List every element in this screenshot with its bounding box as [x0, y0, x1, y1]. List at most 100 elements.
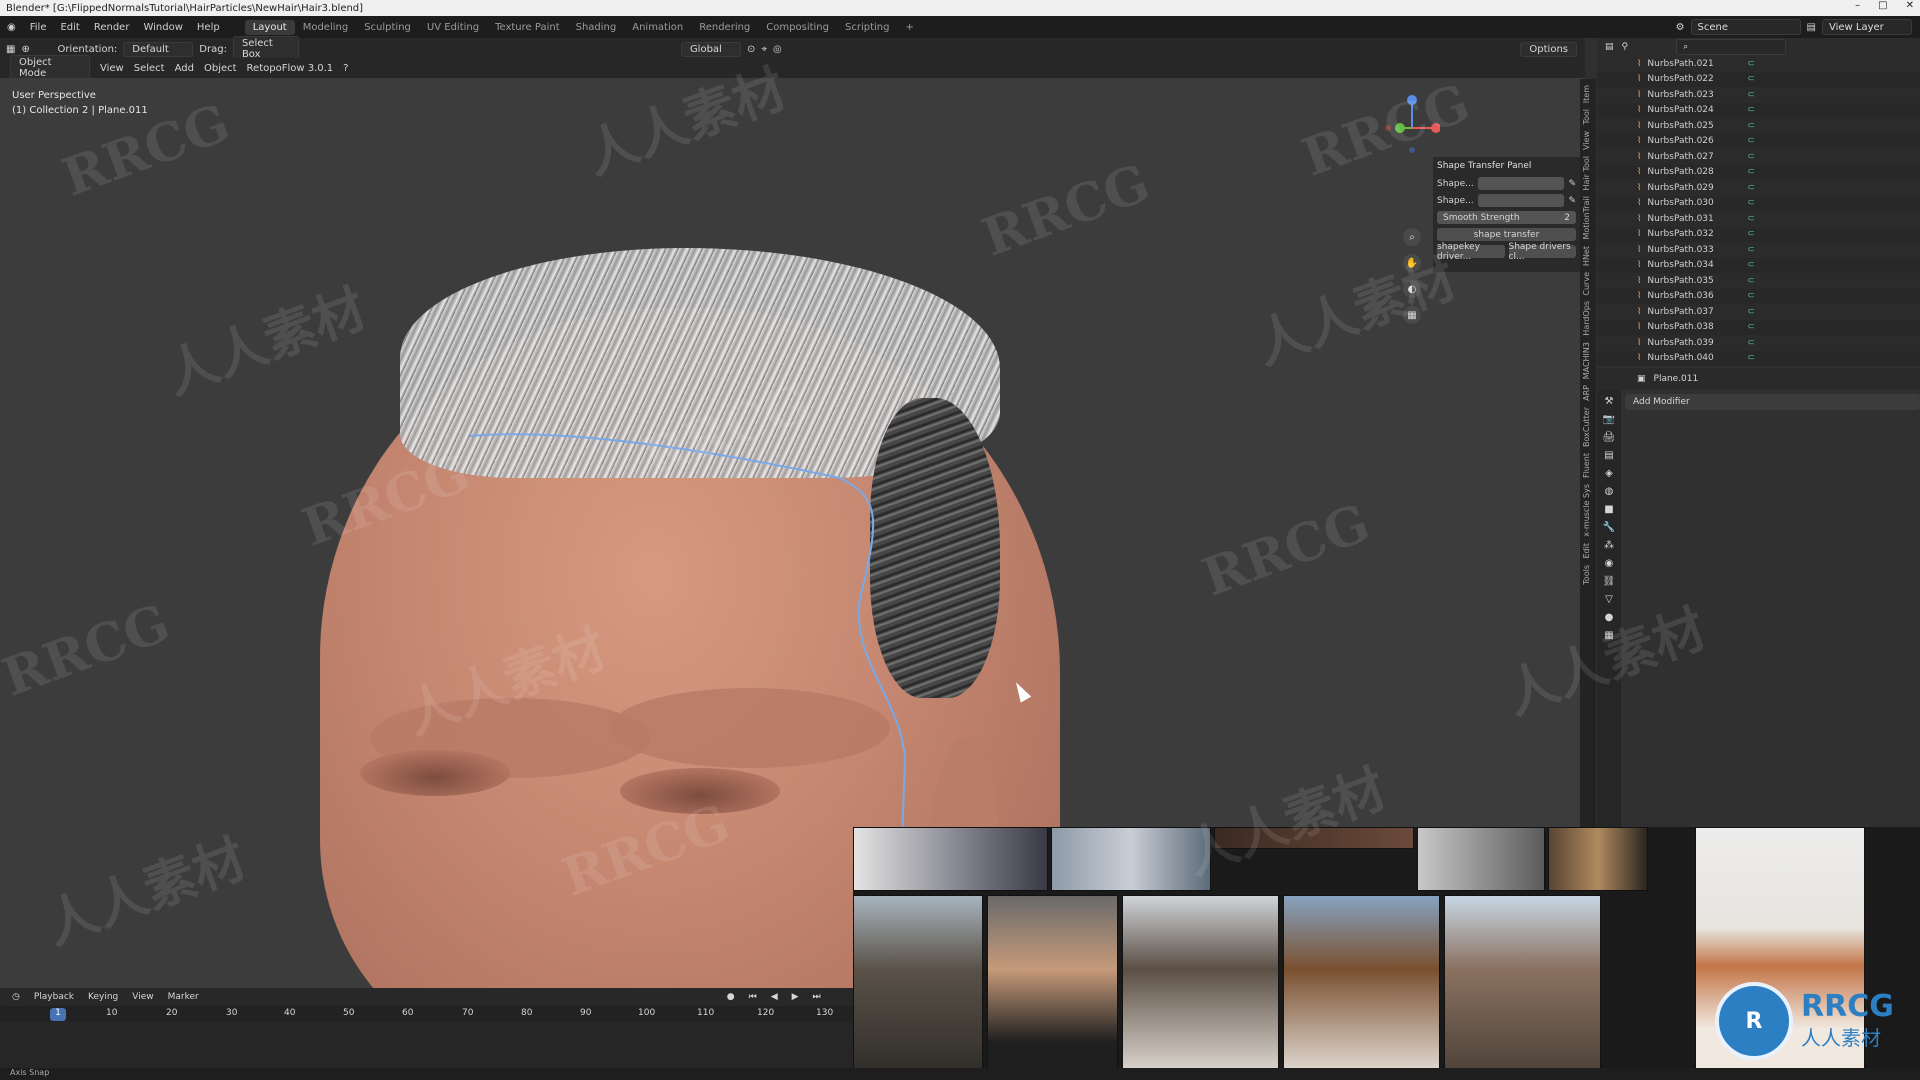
proportional-edit-icon[interactable]: ◎ — [773, 44, 782, 55]
tab-shading[interactable]: Shading — [568, 20, 625, 35]
retopoflow-menu[interactable]: RetopoFlow 3.0.1 — [247, 63, 334, 74]
reference-thumb[interactable] — [1548, 827, 1648, 891]
view-layer-field[interactable]: View Layer — [1822, 19, 1912, 35]
menu-file[interactable]: File — [23, 22, 54, 33]
marker-menu[interactable]: Marker — [168, 992, 199, 1002]
outliner-item[interactable]: ⌇ NurbsPath.027 ⊂ — [1597, 149, 1920, 165]
maximize-icon[interactable]: □ — [1878, 0, 1887, 11]
outliner-item[interactable]: ⌇ NurbsPath.030 ⊂ — [1597, 196, 1920, 212]
options-dropdown[interactable]: Options — [1520, 41, 1577, 57]
modifier-tab-icon[interactable]: 🔧 — [1603, 522, 1615, 533]
editor-type-icon[interactable]: ▦ — [6, 44, 15, 55]
outliner-item[interactable]: ⌇ NurbsPath.031 ⊂ — [1597, 211, 1920, 227]
keying-menu[interactable]: Keying — [88, 992, 118, 1002]
reference-thumb[interactable] — [1122, 895, 1279, 1080]
curve-data-icon[interactable]: ⊂ — [1747, 136, 1755, 146]
menu-window[interactable]: Window — [136, 22, 189, 33]
outliner-editor-icon[interactable]: ▤ — [1605, 42, 1614, 52]
add-workspace-icon[interactable]: + — [897, 20, 921, 35]
curve-data-icon[interactable]: ⊂ — [1747, 353, 1755, 363]
menu-view[interactable]: View — [100, 63, 124, 74]
physics-tab-icon[interactable]: ◉ — [1605, 558, 1614, 569]
outliner-item[interactable]: ⌇ NurbsPath.021 ⊂ — [1597, 56, 1920, 72]
reference-thumb[interactable] — [1214, 827, 1414, 849]
outliner-item[interactable]: ⌇ NurbsPath.034 ⊂ — [1597, 258, 1920, 274]
menu-help[interactable]: Help — [190, 22, 227, 33]
reference-thumb[interactable] — [1417, 827, 1545, 891]
smooth-strength-slider[interactable]: Smooth Strength 2 — [1437, 211, 1576, 224]
tab-hnet[interactable]: HNet — [1582, 246, 1591, 266]
current-frame-indicator[interactable]: 1 — [50, 1008, 66, 1021]
view-menu[interactable]: View — [132, 992, 153, 1002]
data-tab-icon[interactable]: ▽ — [1605, 594, 1613, 605]
outliner-item[interactable]: ⌇ NurbsPath.026 ⊂ — [1597, 134, 1920, 150]
tab-arp[interactable]: ARP — [1582, 385, 1591, 401]
transform-orientation-dropdown[interactable]: Global — [680, 41, 741, 57]
curve-data-icon[interactable]: ⊂ — [1747, 338, 1755, 348]
tab-scripting[interactable]: Scripting — [837, 20, 897, 35]
curve-data-icon[interactable]: ⊂ — [1747, 74, 1755, 84]
tab-animation[interactable]: Animation — [624, 20, 691, 35]
play-reverse-icon[interactable]: ◀ — [771, 992, 778, 1002]
tab-sculpting[interactable]: Sculpting — [356, 20, 419, 35]
tab-motiontrail[interactable]: MotionTrail — [1582, 196, 1591, 239]
outliner-item[interactable]: ⌇ NurbsPath.038 ⊂ — [1597, 320, 1920, 336]
reference-thumb[interactable] — [1283, 895, 1440, 1080]
curve-data-icon[interactable]: ⊂ — [1747, 152, 1755, 162]
tab-fluent[interactable]: Fluent — [1582, 453, 1591, 478]
curve-data-icon[interactable]: ⊂ — [1747, 276, 1755, 286]
tab-tools[interactable]: Tools — [1582, 565, 1591, 585]
object-tab-icon[interactable]: ■ — [1604, 504, 1613, 515]
shape-target-field[interactable] — [1477, 194, 1565, 207]
outliner-item[interactable]: ⌇ NurbsPath.025 ⊂ — [1597, 118, 1920, 134]
tab-hardops[interactable]: HardOps — [1582, 301, 1591, 336]
outliner-item[interactable]: ⌇ NurbsPath.029 ⊂ — [1597, 180, 1920, 196]
camera-view-icon[interactable]: ◐ — [1403, 280, 1421, 298]
outliner-item[interactable]: ⌇ NurbsPath.032 ⊂ — [1597, 227, 1920, 243]
tab-edit[interactable]: Edit — [1582, 543, 1591, 559]
particles-tab-icon[interactable]: ⁂ — [1604, 540, 1614, 551]
mode-icon[interactable]: ⊕ — [21, 44, 51, 55]
outliner-filter-icon[interactable]: ⚲ — [1622, 42, 1629, 52]
tab-compositing[interactable]: Compositing — [758, 20, 837, 35]
outliner-item[interactable]: ⌇ NurbsPath.028 ⊂ — [1597, 165, 1920, 181]
eyedropper-icon[interactable]: ✎ — [1568, 179, 1576, 189]
jump-end-icon[interactable]: ⏭ — [813, 992, 821, 1002]
shapekey-driver-button[interactable]: shapekey driver... — [1437, 242, 1505, 262]
scene-field[interactable]: Scene — [1690, 19, 1801, 35]
playback-menu[interactable]: Playback — [34, 992, 74, 1002]
shape-source-field[interactable] — [1477, 177, 1565, 190]
curve-data-icon[interactable]: ⊂ — [1747, 59, 1755, 69]
navigation-gizmo[interactable] — [1380, 90, 1441, 160]
world-tab-icon[interactable]: ◍ — [1605, 486, 1614, 497]
shape-drivers-clear-button[interactable]: Shape drivers cl... — [1508, 242, 1576, 262]
snap-icon[interactable]: ⌖ — [761, 44, 767, 55]
tab-machin3[interactable]: MACHIN3 — [1582, 342, 1591, 379]
timeline-ruler[interactable]: 1 10 20 30 40 50 60 70 80 90 100 110 120… — [0, 1006, 855, 1022]
menu-edit[interactable]: Edit — [53, 22, 86, 33]
curve-data-icon[interactable]: ⊂ — [1747, 121, 1755, 131]
blender-logo-icon[interactable]: ◉ — [0, 22, 23, 33]
menu-select[interactable]: Select — [134, 63, 165, 74]
add-modifier-dropdown[interactable]: Add Modifier — [1625, 394, 1920, 410]
tab-item[interactable]: Item — [1582, 85, 1591, 103]
tab-hair-tool[interactable]: Hair Tool — [1582, 156, 1591, 191]
menu-object[interactable]: Object — [204, 63, 237, 74]
reference-thumb[interactable] — [1051, 827, 1211, 891]
curve-data-icon[interactable]: ⊂ — [1747, 229, 1755, 239]
tab-boxcutter[interactable]: BoxCutter — [1582, 407, 1591, 447]
outliner-item[interactable]: ⌇ NurbsPath.036 ⊂ — [1597, 289, 1920, 305]
curve-data-icon[interactable]: ⊂ — [1747, 291, 1755, 301]
material-tab-icon[interactable]: ● — [1605, 612, 1614, 623]
reference-thumb[interactable] — [853, 827, 1048, 891]
tab-tool[interactable]: Tool — [1582, 109, 1591, 125]
outliner-item[interactable]: ⌇ NurbsPath.037 ⊂ — [1597, 304, 1920, 320]
curve-data-icon[interactable]: ⊂ — [1747, 198, 1755, 208]
tab-curve[interactable]: Curve — [1582, 272, 1591, 296]
outliner-item[interactable]: ⌇ NurbsPath.040 ⊂ — [1597, 351, 1920, 367]
texture-tab-icon[interactable]: ▦ — [1604, 630, 1613, 641]
minimize-icon[interactable]: – — [1855, 0, 1860, 11]
ortho-grid-icon[interactable]: ▦ — [1403, 306, 1421, 324]
curve-data-icon[interactable]: ⊂ — [1747, 105, 1755, 115]
tool-tab-icon[interactable]: ⚒ — [1605, 396, 1614, 407]
